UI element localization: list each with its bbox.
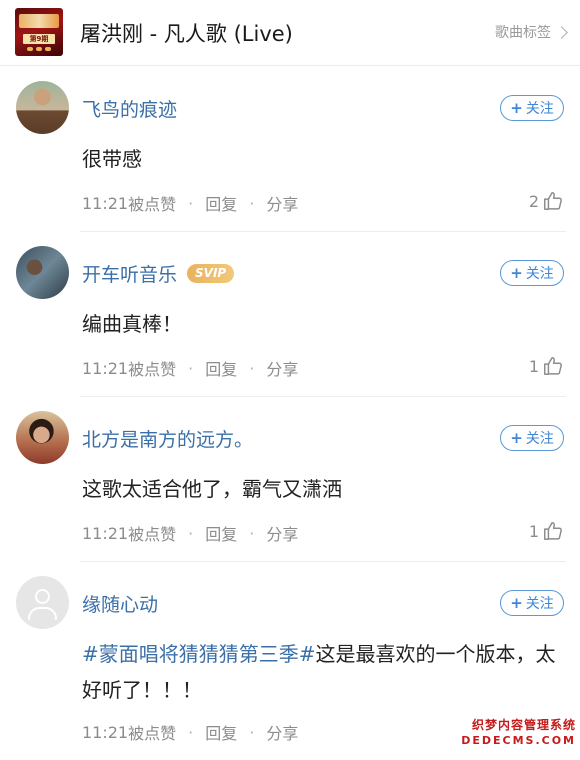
plus-icon: + bbox=[510, 263, 523, 282]
like-count: 2 bbox=[528, 191, 539, 211]
comment-nickname[interactable]: 北方是南方的远方。 bbox=[82, 425, 253, 452]
nickname-text: 飞鸟的痕迹 bbox=[82, 99, 178, 121]
thumbs-up-icon bbox=[544, 357, 562, 375]
topic-hashtag-link[interactable]: #蒙面唱将猜猜猜第三季# bbox=[82, 642, 316, 666]
cover-episode-badge: 第9期 bbox=[23, 34, 55, 44]
follow-button[interactable]: + 关注 bbox=[500, 260, 564, 286]
follow-button[interactable]: + 关注 bbox=[500, 95, 564, 121]
liked-label: 被点赞 bbox=[128, 195, 177, 214]
separator: · bbox=[188, 193, 194, 213]
comment-text: #蒙面唱将猜猜猜第三季#这是最喜欢的一个版本，太好听了！！！ bbox=[82, 636, 562, 708]
comment-text: 编曲真棒！ bbox=[82, 306, 560, 342]
comment-nickname[interactable]: 飞鸟的痕迹 bbox=[82, 95, 177, 122]
comment-body: 编曲真棒！ bbox=[82, 312, 182, 336]
reply-button[interactable]: 回复 bbox=[205, 356, 237, 380]
comment-nickname[interactable]: 缘随心动 bbox=[82, 590, 158, 617]
user-placeholder-icon-body bbox=[28, 607, 57, 620]
nickname-text: 开车听音乐 bbox=[82, 264, 178, 286]
song-header: 第9期 屠洪刚 - 凡人歌 (Live) 歌曲标签 bbox=[0, 0, 580, 66]
share-button[interactable]: 分享 bbox=[266, 720, 298, 744]
song-tags-label: 歌曲标签 bbox=[495, 25, 551, 41]
like-count: 1 bbox=[528, 521, 539, 541]
share-button[interactable]: 分享 bbox=[266, 356, 298, 380]
comment-body: 很带感 bbox=[82, 147, 142, 171]
separator: · bbox=[188, 722, 194, 742]
thumbs-up-icon bbox=[544, 522, 562, 540]
comment-meta: 11:21 被点赞 · 回复 · 分享 bbox=[82, 720, 298, 744]
avatar[interactable] bbox=[16, 411, 69, 464]
cover-logos bbox=[27, 47, 51, 51]
plus-icon: + bbox=[510, 428, 523, 447]
like-button[interactable]: 1 bbox=[529, 520, 564, 542]
avatar[interactable] bbox=[16, 81, 69, 134]
separator: · bbox=[249, 523, 255, 543]
watermark-line1: 织梦内容管理系统 bbox=[471, 718, 576, 732]
avatar[interactable] bbox=[16, 246, 69, 299]
comment-item: 飞鸟的痕迹 + 关注 很带感 11:21 被点赞 · 回复 · 分享 2 bbox=[0, 67, 580, 232]
plus-icon: + bbox=[510, 98, 523, 117]
comment-meta: 11:21 被点赞 · 回复 · 分享 bbox=[82, 356, 298, 380]
song-title[interactable]: 屠洪刚 - 凡人歌 (Live) bbox=[80, 18, 293, 48]
comment-time: 11:21 bbox=[82, 358, 129, 378]
share-button[interactable]: 分享 bbox=[266, 521, 298, 545]
nickname-text: 北方是南方的远方。 bbox=[82, 429, 254, 451]
comment-text: 很带感 bbox=[82, 141, 560, 177]
thumbs-up-icon bbox=[544, 192, 562, 210]
comment-item: 北方是南方的远方。 + 关注 这歌太适合他了，霸气又潇洒 11:21 被点赞 ·… bbox=[0, 397, 580, 562]
comment-body: 这歌太适合他了，霸气又潇洒 bbox=[82, 477, 342, 501]
like-button[interactable]: 1 bbox=[529, 355, 564, 377]
chevron-right-icon bbox=[555, 25, 568, 39]
album-cover[interactable]: 第9期 bbox=[15, 8, 63, 56]
follow-label: 关注 bbox=[525, 101, 554, 117]
separator: · bbox=[249, 193, 255, 213]
share-button[interactable]: 分享 bbox=[266, 191, 298, 215]
follow-button[interactable]: + 关注 bbox=[500, 425, 564, 451]
separator: · bbox=[249, 358, 255, 378]
comment-text: 这歌太适合他了，霸气又潇洒 bbox=[82, 471, 560, 507]
follow-label: 关注 bbox=[525, 266, 554, 282]
like-button[interactable]: 2 bbox=[529, 190, 564, 212]
comment-time: 11:21 bbox=[82, 722, 129, 742]
liked-label: 被点赞 bbox=[128, 724, 177, 743]
comment-time: 11:21 bbox=[82, 193, 129, 213]
song-tags-link[interactable]: 歌曲标签 bbox=[495, 22, 568, 42]
nickname-text: 缘随心动 bbox=[82, 594, 159, 616]
reply-button[interactable]: 回复 bbox=[205, 720, 237, 744]
avatar[interactable] bbox=[16, 576, 69, 629]
cover-title-art bbox=[19, 14, 59, 28]
separator: · bbox=[188, 358, 194, 378]
follow-label: 关注 bbox=[525, 431, 554, 447]
comment-time: 11:21 bbox=[82, 523, 129, 543]
comment-meta: 11:21 被点赞 · 回复 · 分享 bbox=[82, 191, 298, 215]
comment-nickname[interactable]: 开车听音乐 SVIP bbox=[82, 260, 235, 287]
svip-badge: SVIP bbox=[187, 264, 235, 283]
watermark-line2: DEDECMS.COM bbox=[461, 734, 576, 747]
site-watermark: 织梦内容管理系统 DEDECMS.COM bbox=[448, 718, 576, 748]
follow-label: 关注 bbox=[525, 596, 554, 612]
liked-label: 被点赞 bbox=[128, 525, 177, 544]
separator: · bbox=[249, 722, 255, 742]
reply-button[interactable]: 回复 bbox=[205, 521, 237, 545]
separator: · bbox=[188, 523, 194, 543]
like-count: 1 bbox=[528, 356, 539, 376]
reply-button[interactable]: 回复 bbox=[205, 191, 237, 215]
follow-button[interactable]: + 关注 bbox=[500, 590, 564, 616]
comment-item: 开车听音乐 SVIP + 关注 编曲真棒！ 11:21 被点赞 · 回复 · 分… bbox=[0, 232, 580, 397]
user-placeholder-icon bbox=[35, 589, 50, 604]
comment-meta: 11:21 被点赞 · 回复 · 分享 bbox=[82, 521, 298, 545]
plus-icon: + bbox=[510, 593, 523, 612]
liked-label: 被点赞 bbox=[128, 360, 177, 379]
